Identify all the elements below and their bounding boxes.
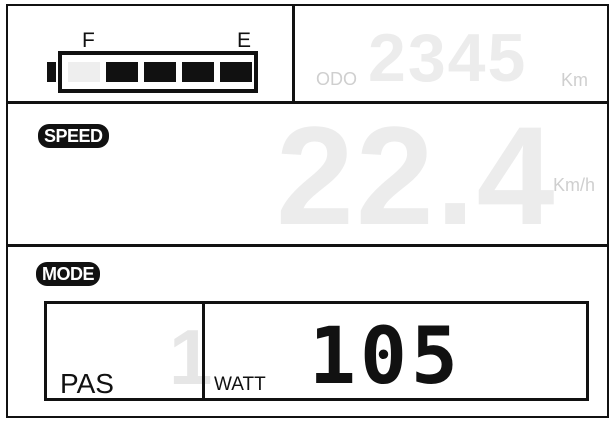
battery-segment — [106, 62, 138, 82]
pas-label: PAS — [60, 368, 114, 399]
battery-segment — [220, 62, 252, 82]
pas-level-value: 1 — [169, 313, 213, 401]
speed-label: SPEED — [38, 124, 109, 148]
lcd-display: F E ODO 2345 Km SPEED 22.4 Km/h MODE PAS… — [6, 4, 609, 418]
watt-label: WATT — [214, 374, 266, 395]
odo-label: ODO — [316, 69, 358, 89]
divider-top-vertical — [292, 6, 295, 102]
battery-segment — [144, 62, 176, 82]
battery-segment — [182, 62, 214, 82]
mode-panel-divider — [202, 304, 205, 398]
odo-value: 2345 — [368, 20, 528, 96]
speed-value: 22.4 — [276, 97, 557, 254]
speed-unit: Km/h — [553, 175, 596, 195]
mode-label: MODE — [36, 262, 100, 286]
battery-empty-label: E — [237, 29, 252, 52]
watt-value: 105 — [309, 312, 462, 402]
battery-full-label: F — [82, 29, 95, 52]
battery-segment — [68, 62, 100, 82]
mode-panel: PAS 1 WATT 105 — [44, 301, 589, 401]
odo-unit: Km — [561, 70, 588, 90]
battery-body — [58, 51, 258, 93]
battery-terminal — [47, 62, 56, 82]
